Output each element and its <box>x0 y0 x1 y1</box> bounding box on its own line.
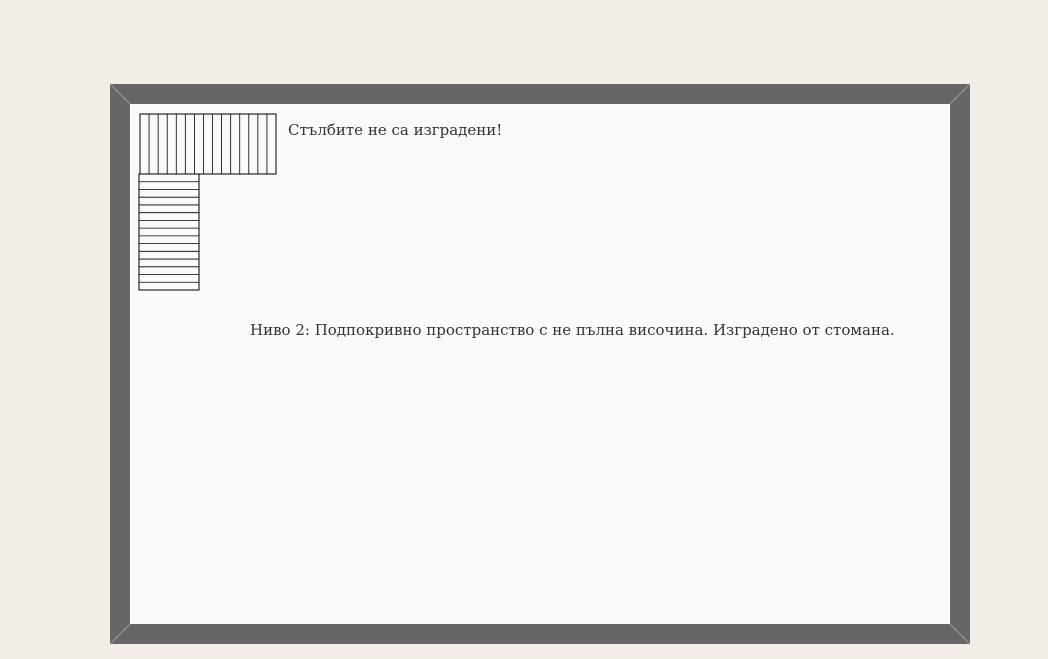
floor-plan-canvas: Стълбите не са изградени! Ниво 2: Подпок… <box>0 0 1048 659</box>
room-walls <box>109 83 971 645</box>
level-description: Ниво 2: Подпокривно пространство с не пъ… <box>250 321 895 339</box>
room-floor <box>130 104 950 624</box>
stairs-note: Стълбите не са изградени! <box>288 121 503 139</box>
